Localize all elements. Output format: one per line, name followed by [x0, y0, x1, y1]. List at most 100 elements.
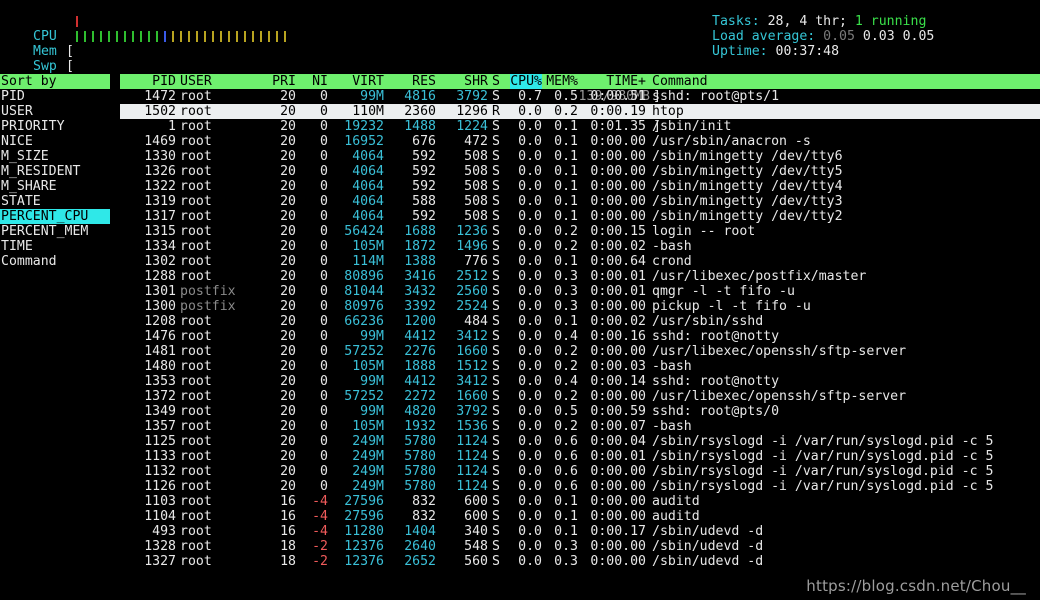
- cell-command: auditd: [652, 509, 700, 524]
- process-row[interactable]: 1472 root 20 0 99M 4816 3792 S 0.7 0.5 0:00.51 sshd…: [120, 89, 1040, 104]
- process-row[interactable]: 1126 root 20 0 249M 5780 1124 S 0.0 0.6 0:00.00/sb…: [120, 479, 1040, 494]
- cell-s: S: [492, 149, 500, 164]
- cell-time: 0:00.59: [590, 404, 646, 419]
- sort-option-m-size[interactable]: M_SIZE: [0, 149, 110, 164]
- cell-s: S: [492, 449, 500, 464]
- column-header-mem[interactable]: MEM%: [546, 74, 578, 89]
- process-row[interactable]: 1322 root 20 0 4064 592 508 S 0.0 0.1 0:00.00/sbin…: [120, 179, 1040, 194]
- sort-option-user[interactable]: USER: [0, 104, 110, 119]
- process-row[interactable]: 1330 root 20 0 4064 592 508 S 0.0 0.1 0:00.00/sbin…: [120, 149, 1040, 164]
- cell-s: S: [492, 314, 500, 329]
- process-row[interactable]: 1328 root 18 -2 12376 2640 548 S 0.0 0.3 0:00.00/s…: [120, 539, 1040, 554]
- meter-bar: [124, 31, 126, 42]
- process-row[interactable]: 1334 root 20 0 105M 1872 1496 S 0.0 0.2 0:00.02 -ba…: [120, 239, 1040, 254]
- cell-res: 2276: [404, 344, 436, 359]
- process-row[interactable]: 1208 root 20 0 66236 1200 484 S 0.0 0.1 0:00.02/us…: [120, 314, 1040, 329]
- process-row[interactable]: 1302 root 20 0 114M 1388 776 S 0.0 0.1 0:00.64 cron…: [120, 254, 1040, 269]
- process-row[interactable]: 1132 root 20 0 249M 5780 1124 S 0.0 0.6 0:00.00/sb…: [120, 464, 1040, 479]
- cell-pri: 20: [280, 329, 296, 344]
- process-row[interactable]: 1315 root 20 0 56424 1688 1236 S 0.0 0.2 0:00.15 lo…: [120, 224, 1040, 239]
- sort-option-pid[interactable]: PID: [0, 89, 110, 104]
- cell-command: pickup -l -t fifo -u: [652, 299, 811, 314]
- cell-pri: 20: [280, 239, 296, 254]
- sort-option-command[interactable]: Command: [0, 254, 110, 269]
- cell-pid: 1301: [144, 284, 176, 299]
- cell-virt: 56424: [344, 224, 384, 239]
- cell-pri: 20: [280, 479, 296, 494]
- sort-option-state[interactable]: STATE: [0, 194, 110, 209]
- column-header-pid[interactable]: PID: [120, 74, 176, 89]
- meter-bar: [116, 31, 118, 42]
- sort-option-priority[interactable]: PRIORITY: [0, 119, 110, 134]
- cell-shr: 2524: [456, 299, 488, 314]
- process-row[interactable]: 1480 root 20 0 105M 1888 1512 S 0.0 0.2 0:00.03 -ba…: [120, 359, 1040, 374]
- cell-s: S: [492, 344, 500, 359]
- process-row[interactable]: 1104 root 16 -4 27596 832 600 S 0.0 0.1 0:00.00 aud…: [120, 509, 1040, 524]
- process-row[interactable]: 1 root 20 0 19232 1488 1224 S 0.0 0.1 0:01.35/sbin…: [120, 119, 1040, 134]
- cell-user: root: [180, 254, 212, 269]
- sort-option-nice[interactable]: NICE: [0, 134, 110, 149]
- sort-option-percent-cpu[interactable]: PERCENT_CPU: [0, 209, 110, 224]
- tasks-label: Tasks:: [712, 14, 768, 29]
- column-header-command[interactable]: Command: [652, 74, 708, 89]
- process-row[interactable]: 1326 root 20 0 4064 592 508 S 0.0 0.1 0:00.00/sbin…: [120, 164, 1040, 179]
- meter-bar: [204, 31, 206, 42]
- uptime-stat: Uptime: 00:37:48: [712, 44, 839, 59]
- sort-option-time[interactable]: TIME: [0, 239, 110, 254]
- cell-ni: 0: [320, 479, 328, 494]
- cell-command: /usr/sbin/anacron -s: [652, 134, 811, 149]
- process-row[interactable]: 1288 root 20 0 80896 3416 2512 S 0.0 0.3 0:00.01/u…: [120, 269, 1040, 284]
- cell-time: 0:00.00: [590, 464, 646, 479]
- process-row[interactable]: 1327 root 18 -2 12376 2652 560 S 0.0 0.3 0:00.00/s…: [120, 554, 1040, 569]
- process-row[interactable]: 493 root 16 -4 11280 1404 340 S 0.0 0.1 0:00.17/sb…: [120, 524, 1040, 539]
- cell-cpu: 0.0: [518, 329, 542, 344]
- column-header-pri[interactable]: PRI: [256, 74, 296, 89]
- process-row[interactable]: 1301 postfix 20 0 81044 3432 2560 S 0.0 0.3 0:00.0…: [120, 284, 1040, 299]
- process-row[interactable]: 1349 root 20 0 99M 4820 3792 S 0.0 0.5 0:00.59 sshd…: [120, 404, 1040, 419]
- process-row[interactable]: 1319 root 20 0 4064 588 508 S 0.0 0.1 0:00.00/sbin…: [120, 194, 1040, 209]
- column-header-time[interactable]: TIME+: [582, 74, 646, 89]
- load-average-1min: 0.05: [823, 29, 855, 44]
- process-row[interactable]: 1481 root 20 0 57252 2276 1660 S 0.0 0.2 0:00.00/u…: [120, 344, 1040, 359]
- cell-cpu: 0.0: [518, 359, 542, 374]
- cell-pri: 20: [280, 344, 296, 359]
- process-table-body[interactable]: 1472 root 20 0 99M 4816 3792 S 0.7 0.5 0:00.51 sshd…: [120, 89, 1040, 569]
- process-row[interactable]: 1469 root 20 0 16952 676 472 S 0.0 0.1 0:00.00/usr…: [120, 134, 1040, 149]
- column-header-shr[interactable]: SHR: [440, 74, 488, 89]
- meter-bar: [164, 31, 166, 42]
- process-table-header[interactable]: PID USER PRI NI VIRT RES SHR S CPU% MEM% TIME+ Comm…: [120, 74, 1040, 89]
- process-row[interactable]: 1476 root 20 0 99M 4412 3412 S 0.0 0.4 0:00.16 sshd…: [120, 329, 1040, 344]
- process-row[interactable]: 1125 root 20 0 249M 5780 1124 S 0.0 0.6 0:00.04/sb…: [120, 434, 1040, 449]
- process-row[interactable]: 1353 root 20 0 99M 4412 3412 S 0.0 0.4 0:00.14 sshd…: [120, 374, 1040, 389]
- process-row[interactable]: 1103 root 16 -4 27596 832 600 S 0.0 0.1 0:00.00 aud…: [120, 494, 1040, 509]
- sort-option-m-resident[interactable]: M_RESIDENT: [0, 164, 110, 179]
- sort-option-m-share[interactable]: M_SHARE: [0, 179, 110, 194]
- cell-cpu: 0.0: [518, 404, 542, 419]
- cell-res: 832: [412, 509, 436, 524]
- cell-time: 0:00.51: [590, 89, 646, 104]
- column-header-ni[interactable]: NI: [300, 74, 328, 89]
- cell-virt: 99M: [360, 374, 384, 389]
- process-table[interactable]: PID USER PRI NI VIRT RES SHR S CPU% MEM% TIME+ Comm…: [120, 74, 1040, 569]
- cell-pri: 20: [280, 194, 296, 209]
- cell-pid: 1480: [144, 359, 176, 374]
- cell-cpu: 0.0: [518, 254, 542, 269]
- column-header-cpu[interactable]: CPU%: [510, 74, 542, 89]
- cell-virt: 99M: [360, 329, 384, 344]
- column-header-user[interactable]: USER: [180, 74, 260, 89]
- cell-ni: -4: [312, 509, 328, 524]
- process-row[interactable]: 1357 root 20 0 105M 1932 1536 S 0.0 0.2 0:00.07 -ba…: [120, 419, 1040, 434]
- column-header-virt[interactable]: VIRT: [328, 74, 384, 89]
- sort-by-list[interactable]: PID USER PRIORITY NICE M_SIZE M_RESIDENT M_SHA…: [0, 89, 110, 269]
- process-row[interactable]: 1133 root 20 0 249M 5780 1124 S 0.0 0.6 0:00.01/sb…: [120, 449, 1040, 464]
- process-row[interactable]: 1300 postfix 20 0 80976 3392 2524 S 0.0 0.3 0:00.0…: [120, 299, 1040, 314]
- column-header-s[interactable]: S: [492, 74, 508, 89]
- process-row[interactable]: 1317 root 20 0 4064 592 508 S 0.0 0.1 0:00.00/sbin…: [120, 209, 1040, 224]
- sort-option-percent-mem[interactable]: PERCENT_MEM: [0, 224, 110, 239]
- column-header-res[interactable]: RES: [388, 74, 436, 89]
- cell-res: 592: [412, 149, 436, 164]
- process-row[interactable]: 1372 root 20 0 57252 2272 1660 S 0.0 0.2 0:00.00/u…: [120, 389, 1040, 404]
- cell-pri: 18: [280, 554, 296, 569]
- process-row[interactable]: 1502 root 20 0 110M 2360 1296 R 0.0 0.2 0:00.19 hto…: [120, 104, 1040, 119]
- sort-by-panel[interactable]: Sort by PID USER PRIORITY NICE M_SIZE M_RESID…: [0, 74, 110, 269]
